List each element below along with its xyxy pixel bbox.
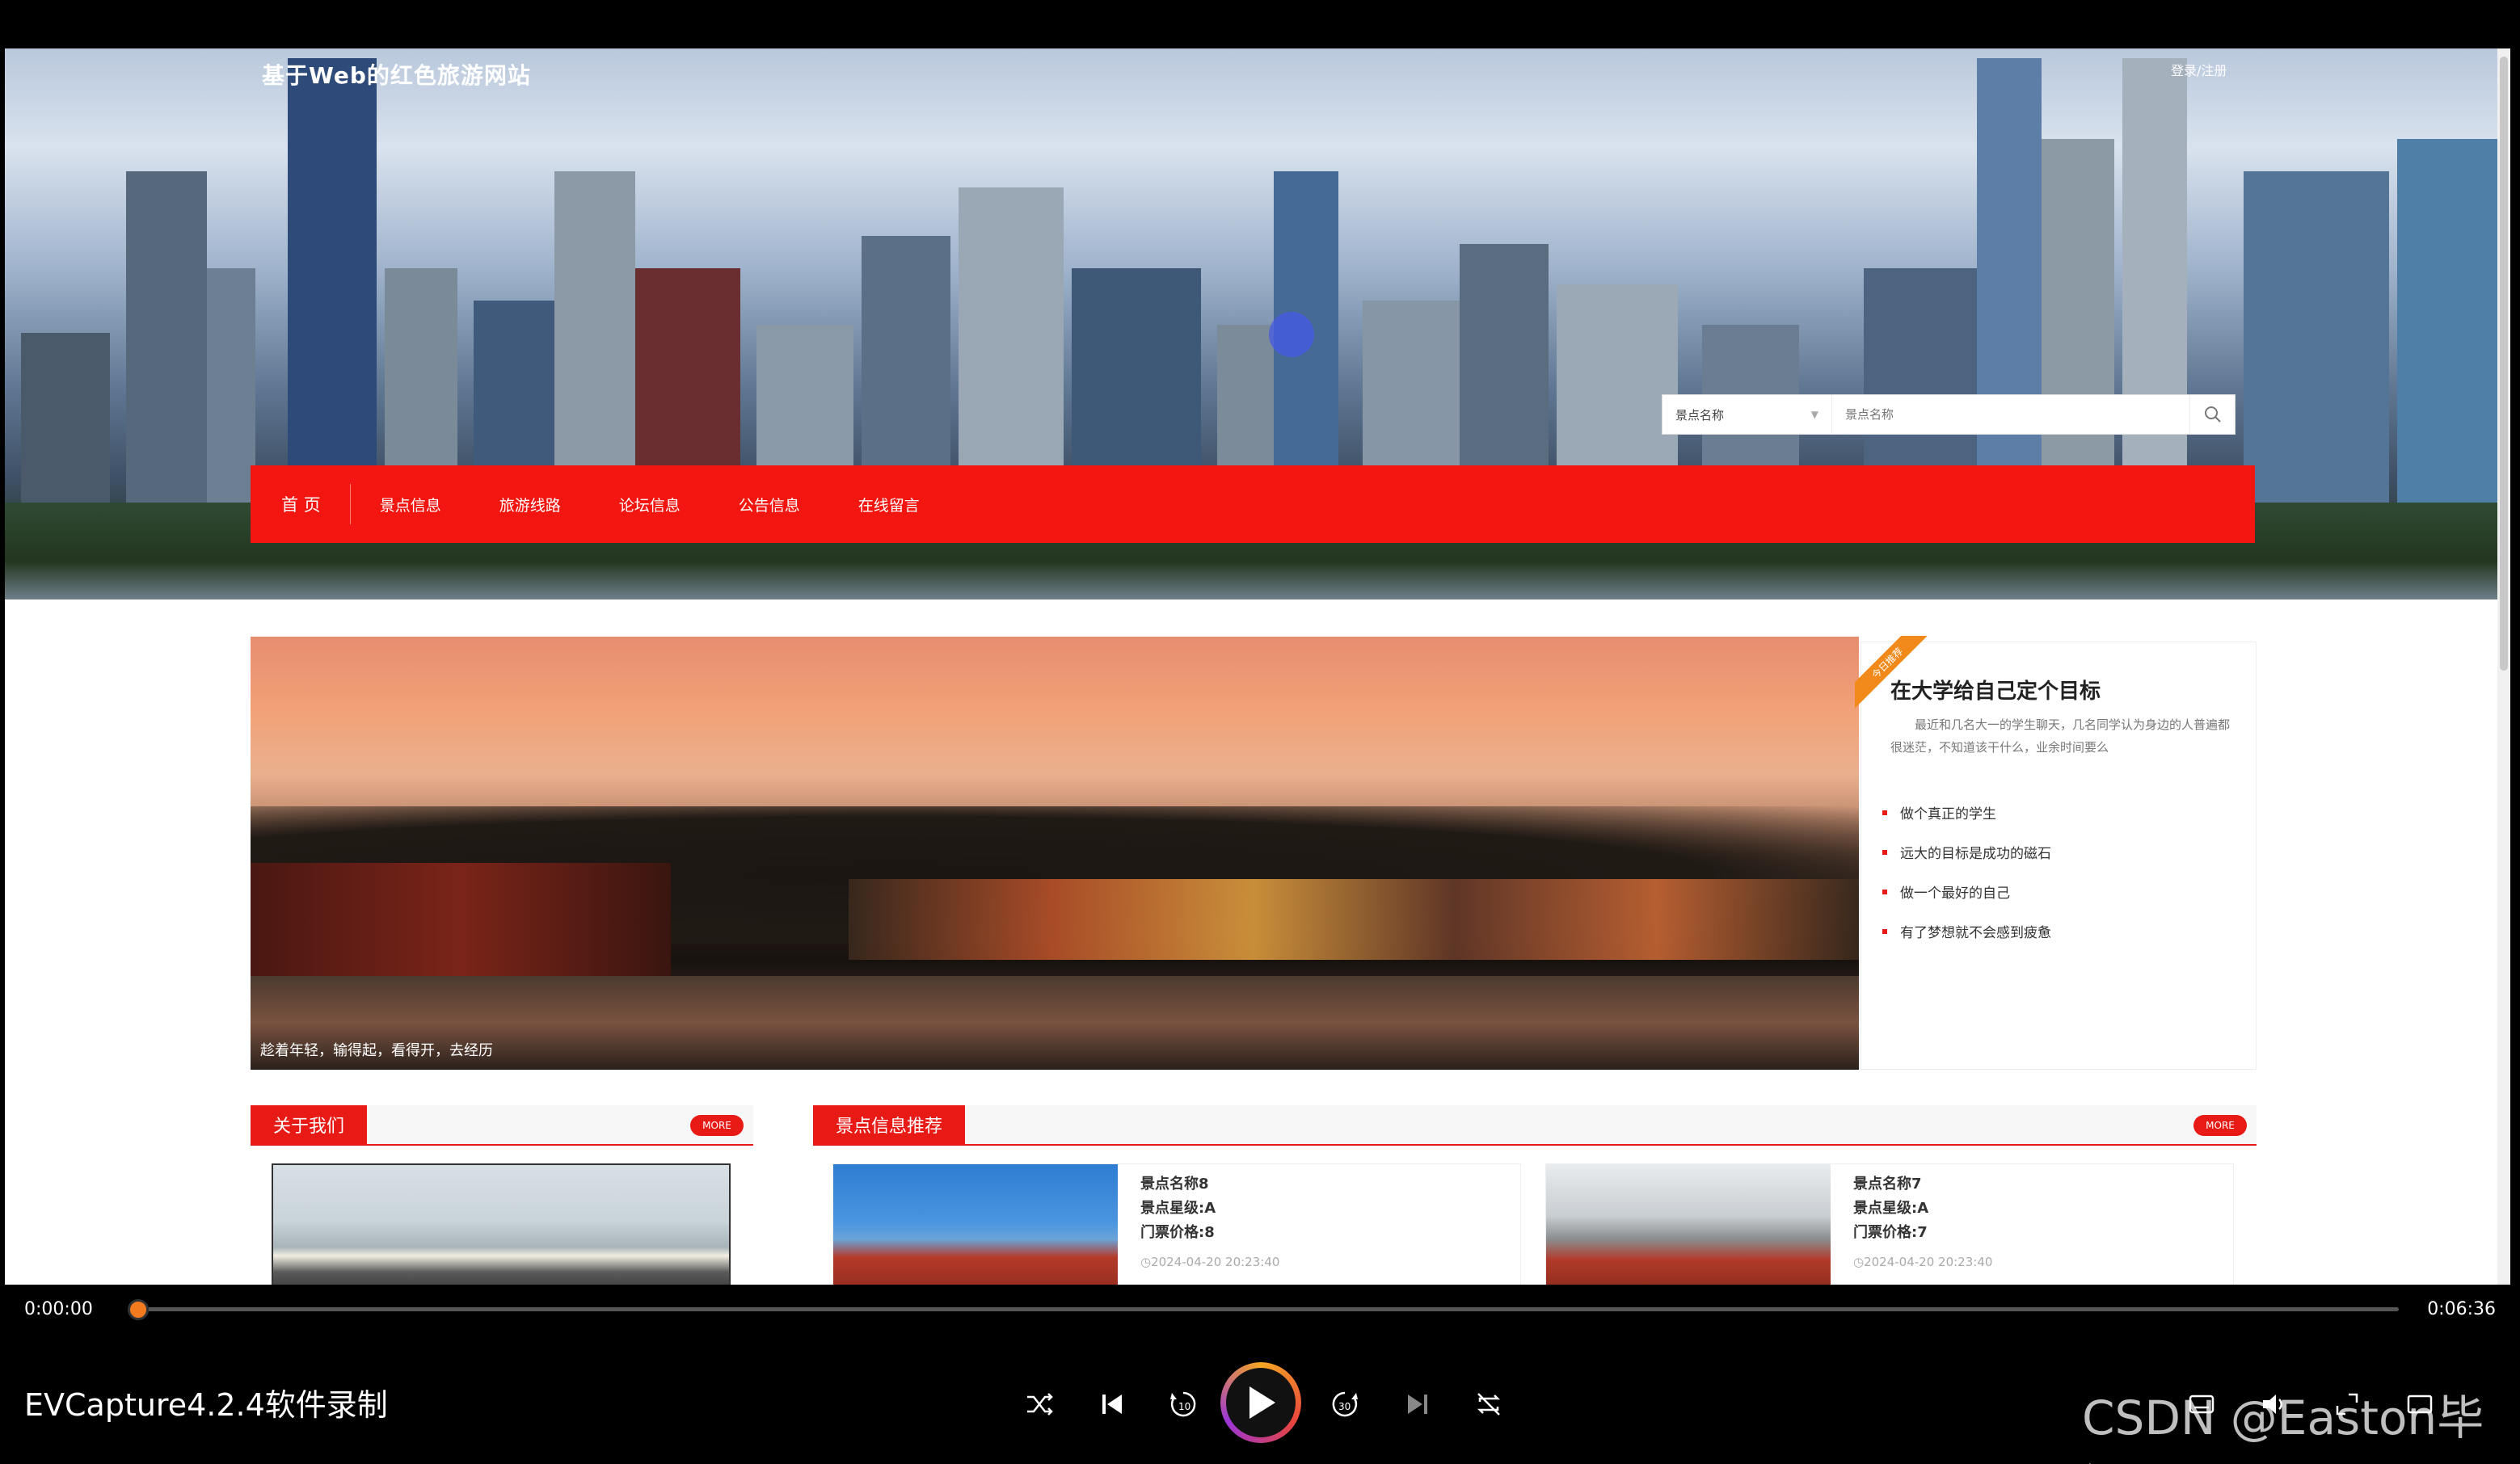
- repeat-icon: [1477, 1393, 1501, 1416]
- next-button[interactable]: [1398, 1385, 1437, 1424]
- mouse-cursor-highlight: [1269, 312, 1314, 357]
- slider-caption: 趁着年轻，输得起，看得开，去经历: [260, 1042, 493, 1059]
- spot-card[interactable]: 景点名称8 景点星级:A 门票价格:8 ◷2024-04-20 20:23:40: [832, 1163, 1521, 1285]
- spot-info: 景点名称8 景点星级:A 门票价格:8: [1140, 1172, 1216, 1245]
- recommend-title[interactable]: 在大学给自己定个目标: [1890, 675, 2101, 705]
- watermark: CSDN @Easton毕设: [2082, 1390, 2484, 1464]
- spot-price: 门票价格:7: [1853, 1224, 1928, 1241]
- search-type-label: 景点名称: [1675, 407, 1725, 423]
- recorder-label: EVCapture4.2.4软件录制: [24, 1387, 388, 1423]
- hero-banner: 基于Web的红色旅游网站 登录/注册 景点名称 ▼ 首 页 景点信息 旅游线路 …: [5, 48, 2510, 599]
- recommend-list: 做个真正的学生 远大的目标是成功的磁石 做一个最好的自己 有了梦想就不会感到疲惫: [1882, 793, 2051, 951]
- recommend-list-item[interactable]: 远大的目标是成功的磁石: [1882, 832, 2051, 872]
- banner-slider[interactable]: 趁着年轻，输得起，看得开，去经历: [251, 637, 1859, 1070]
- nav-attractions[interactable]: 景点信息: [351, 465, 470, 543]
- slider-image-lights: [849, 879, 1859, 960]
- progress-thumb[interactable]: [128, 1299, 149, 1320]
- svg-text:30: 30: [1338, 1401, 1351, 1412]
- spot-time: ◷2024-04-20 20:23:40: [1853, 1255, 1993, 1269]
- forward-30-button[interactable]: 30: [1325, 1385, 1364, 1424]
- clock-icon: ◷: [1853, 1255, 1865, 1269]
- shuffle-icon: [1027, 1393, 1053, 1416]
- progress-track[interactable]: [133, 1307, 2399, 1311]
- building: [554, 171, 635, 511]
- chevron-down-icon: ▼: [1810, 409, 1818, 420]
- main-nav: 首 页 景点信息 旅游线路 论坛信息 公告信息 在线留言: [251, 465, 2255, 543]
- nav-announcements[interactable]: 公告信息: [710, 465, 829, 543]
- page-scrollbar[interactable]: [2497, 48, 2510, 1285]
- play-button[interactable]: [1220, 1362, 1301, 1443]
- spot-name[interactable]: 景点名称8: [1140, 1172, 1216, 1197]
- building: [207, 268, 255, 511]
- spot-image[interactable]: [1546, 1164, 1831, 1285]
- search-icon: [2204, 406, 2221, 423]
- spot-card[interactable]: 景点名称7 景点星级:A 门票价格:7 ◷2024-04-20 20:23:40: [1545, 1163, 2234, 1285]
- spot-image[interactable]: [833, 1164, 1118, 1285]
- total-time: 0:06:36: [2427, 1299, 2496, 1319]
- spot-name[interactable]: 景点名称7: [1853, 1172, 1928, 1197]
- spot-star: 景点星级:A: [1140, 1200, 1216, 1217]
- site-title[interactable]: 基于Web的红色旅游网站: [262, 58, 531, 90]
- rewind-10-icon: 10: [1170, 1391, 1196, 1417]
- rewind-10-button[interactable]: 10: [1164, 1385, 1203, 1424]
- nav-messages[interactable]: 在线留言: [829, 465, 949, 543]
- spots-section-title: 景点信息推荐: [813, 1105, 966, 1144]
- building: [2397, 139, 2502, 511]
- about-section-title: 关于我们: [251, 1105, 368, 1144]
- search-button[interactable]: [2189, 395, 2235, 434]
- about-image[interactable]: [272, 1163, 731, 1285]
- web-page: 基于Web的红色旅游网站 登录/注册 景点名称 ▼ 首 页 景点信息 旅游线路 …: [5, 48, 2510, 1285]
- nav-home[interactable]: 首 页: [275, 484, 351, 524]
- shuffle-button[interactable]: [1020, 1385, 1059, 1424]
- scrollbar-thumb[interactable]: [2500, 57, 2508, 671]
- skip-next-icon: [1408, 1395, 1427, 1414]
- building: [2042, 139, 2114, 511]
- screen: 基于Web的红色旅游网站 登录/注册 景点名称 ▼ 首 页 景点信息 旅游线路 …: [0, 0, 2520, 1464]
- clock-icon: ◷: [1140, 1255, 1152, 1269]
- nav-routes[interactable]: 旅游线路: [470, 465, 590, 543]
- spots-section-header: 景点信息推荐 MORE: [813, 1105, 2257, 1146]
- about-more-button[interactable]: MORE: [690, 1115, 744, 1136]
- spot-star: 景点星级:A: [1853, 1200, 1929, 1217]
- repeat-button[interactable]: [1469, 1385, 1508, 1424]
- skip-previous-icon: [1102, 1395, 1122, 1414]
- previous-button[interactable]: [1093, 1385, 1131, 1424]
- building: [2244, 171, 2389, 511]
- player-progress-row: 0:00:00 0:06:36: [0, 1289, 2520, 1330]
- recommend-list-item[interactable]: 有了梦想就不会感到疲惫: [1882, 911, 2051, 951]
- spots-more-button[interactable]: MORE: [2193, 1115, 2247, 1136]
- play-icon: [1249, 1386, 1275, 1419]
- search-box: 景点名称 ▼: [1662, 394, 2236, 435]
- building: [21, 333, 110, 511]
- slider-image-buildings: [251, 863, 671, 984]
- building: [959, 187, 1064, 511]
- recommend-description: 最近和几名大一的学生聊天，几名同学认为身边的人普遍都很迷茫，不知道该干什么，业余…: [1890, 717, 2231, 755]
- forward-30-icon: 30: [1332, 1391, 1358, 1417]
- spot-time: ◷2024-04-20 20:23:40: [1140, 1255, 1280, 1269]
- about-section-header: 关于我们 MORE: [251, 1105, 753, 1146]
- building: [2122, 58, 2187, 511]
- spot-price: 门票价格:8: [1140, 1224, 1215, 1241]
- player-controls: EVCapture4.2.4软件录制 10 30 CSDN @Easton毕: [0, 1357, 2520, 1464]
- current-time: 0:00:00: [24, 1299, 93, 1319]
- building: [1977, 58, 2042, 511]
- nav-forum[interactable]: 论坛信息: [590, 465, 710, 543]
- login-register-link[interactable]: 登录/注册: [2171, 60, 2227, 79]
- recommend-list-item[interactable]: 做一个最好的自己: [1882, 872, 2051, 911]
- recommend-card: 今日推荐 在大学给自己定个目标 最近和几名大一的学生聊天，几名同学认为身边的人普…: [1855, 636, 2257, 1070]
- svg-text:10: 10: [1178, 1401, 1190, 1412]
- building: [126, 171, 207, 511]
- building: [288, 58, 377, 511]
- spot-info: 景点名称7 景点星级:A 门票价格:7: [1853, 1172, 1928, 1245]
- recommend-list-item[interactable]: 做个真正的学生: [1882, 793, 2051, 832]
- search-type-select[interactable]: 景点名称 ▼: [1662, 395, 1832, 434]
- search-input[interactable]: [1832, 395, 2189, 434]
- play-button-inner: [1226, 1368, 1296, 1437]
